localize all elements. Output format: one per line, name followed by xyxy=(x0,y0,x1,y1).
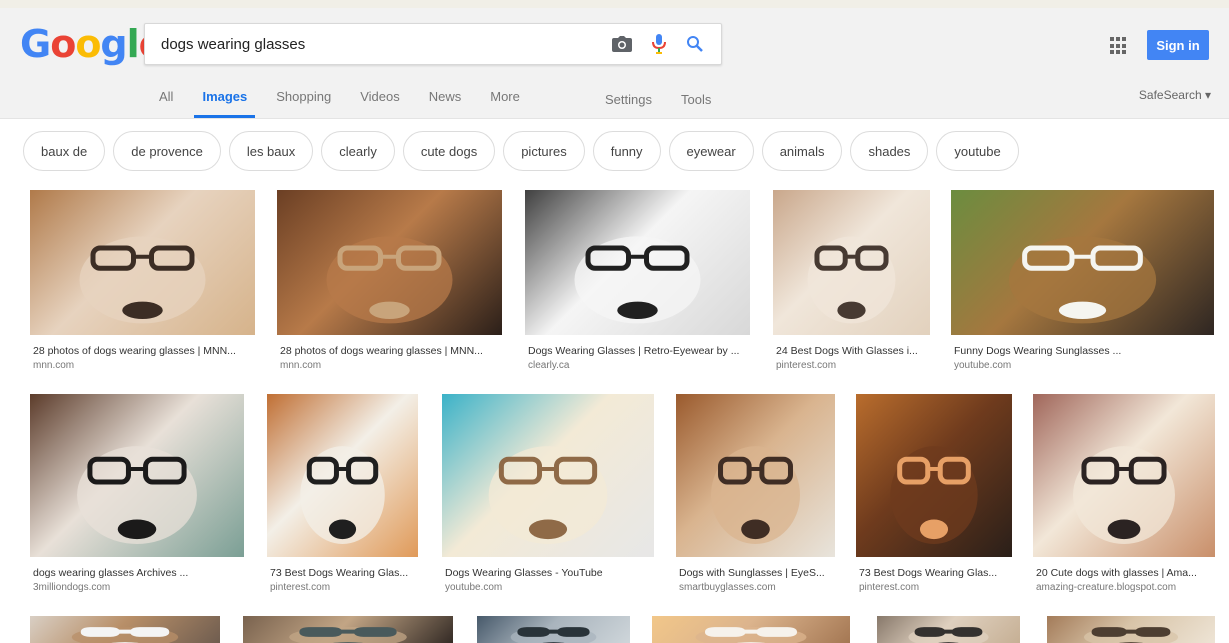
result-domain: pinterest.com xyxy=(859,582,920,593)
result-image[interactable] xyxy=(773,190,930,335)
google-logo[interactable]: Google xyxy=(20,22,164,66)
result-image[interactable] xyxy=(267,394,418,557)
chip-cute-dogs[interactable]: cute dogs xyxy=(402,131,496,171)
result-image[interactable] xyxy=(442,394,654,557)
chip-animals[interactable]: animals xyxy=(761,131,843,171)
camera-icon[interactable] xyxy=(611,34,633,54)
dog-glasses-thumbnail xyxy=(908,626,989,643)
result-caption[interactable]: dogs wearing glasses Archives ... xyxy=(33,567,241,579)
result-image[interactable] xyxy=(856,394,1012,557)
result-image[interactable] xyxy=(30,394,244,557)
search-box xyxy=(144,23,722,65)
dog-glasses-thumbnail xyxy=(1083,626,1179,643)
dog-glasses-thumbnail xyxy=(890,446,978,544)
dog-glasses-thumbnail xyxy=(326,236,453,324)
chip-clearly[interactable]: clearly xyxy=(321,131,395,171)
result-caption[interactable]: 20 Cute dogs with glasses | Ama... xyxy=(1036,567,1212,579)
result-caption[interactable]: Dogs with Sunglasses | EyeS... xyxy=(679,567,832,579)
result-domain: youtube.com xyxy=(445,582,503,593)
result-caption[interactable]: Dogs Wearing Glasses | Retro-Eyewear by … xyxy=(528,345,747,357)
result-image[interactable] xyxy=(951,190,1214,335)
search-input[interactable] xyxy=(159,32,593,56)
tab-shopping[interactable]: Shopping xyxy=(276,86,331,118)
result-image[interactable] xyxy=(1047,616,1215,643)
dog-glasses-thumbnail xyxy=(300,446,385,544)
tools-link[interactable]: Tools xyxy=(681,89,711,107)
result-image[interactable] xyxy=(243,616,453,643)
dog-glasses-thumbnail xyxy=(77,446,197,544)
logo-letter: l xyxy=(126,22,140,66)
dog-glasses-thumbnail xyxy=(289,626,407,643)
app-window: Google Sign in All Images Shopping Video… xyxy=(0,8,1229,643)
result-domain: smartbuyglasses.com xyxy=(679,582,776,593)
result-caption[interactable]: Dogs Wearing Glasses - YouTube xyxy=(445,567,651,579)
tab-all[interactable]: All xyxy=(159,86,173,118)
tab-news[interactable]: News xyxy=(429,86,462,118)
result-domain: 3milliondogs.com xyxy=(33,582,111,593)
result-domain: pinterest.com xyxy=(776,360,837,371)
logo-letter: o xyxy=(50,22,76,66)
chip-pictures[interactable]: pictures xyxy=(503,131,585,171)
tab-more[interactable]: More xyxy=(490,86,520,118)
header: Google Sign in All Images Shopping Video… xyxy=(0,8,1229,119)
result-image[interactable] xyxy=(30,616,220,643)
apps-grid-icon[interactable] xyxy=(1110,37,1128,55)
result-domain: mnn.com xyxy=(280,360,322,371)
microphone-icon[interactable] xyxy=(648,34,670,54)
search-icon[interactable] xyxy=(684,34,706,54)
tools-bar: Settings Tools xyxy=(605,89,740,107)
dog-glasses-thumbnail xyxy=(1073,446,1175,544)
result-caption[interactable]: 28 photos of dogs wearing glasses | MNN.… xyxy=(280,345,499,357)
chip-de-provence[interactable]: de provence xyxy=(113,131,221,171)
dog-glasses-thumbnail xyxy=(71,626,179,643)
result-domain: amazing-creature.blogspot.com xyxy=(1036,582,1177,593)
result-caption[interactable]: Funny Dogs Wearing Sunglasses ... xyxy=(954,345,1211,357)
safesearch-dropdown[interactable]: SafeSearch ▾ xyxy=(1139,88,1211,102)
sign-in-button[interactable]: Sign in xyxy=(1147,30,1209,60)
result-image[interactable] xyxy=(30,190,255,335)
chip-shades[interactable]: shades xyxy=(850,131,929,171)
result-caption[interactable]: 73 Best Dogs Wearing Glas... xyxy=(859,567,1009,579)
result-domain: pinterest.com xyxy=(270,582,331,593)
search-tabs: All Images Shopping Videos News More xyxy=(159,86,549,118)
chip-les-baux[interactable]: les baux xyxy=(228,131,314,171)
result-image[interactable] xyxy=(1033,394,1215,557)
chip-youtube[interactable]: youtube xyxy=(936,131,1019,171)
result-domain: mnn.com xyxy=(33,360,75,371)
dog-glasses-thumbnail xyxy=(695,626,807,643)
dog-glasses-thumbnail xyxy=(79,236,206,324)
logo-letter: o xyxy=(75,22,101,66)
tab-videos[interactable]: Videos xyxy=(360,86,400,118)
result-image[interactable] xyxy=(877,616,1020,643)
result-image[interactable] xyxy=(652,616,850,643)
result-domain: clearly.ca xyxy=(528,360,570,371)
suggestion-chips: baux de de provence les baux clearly cut… xyxy=(23,131,1027,171)
result-domain: youtube.com xyxy=(954,360,1012,371)
dog-glasses-thumbnail xyxy=(574,236,701,324)
result-caption[interactable]: 24 Best Dogs With Glasses i... xyxy=(776,345,927,357)
chip-baux-de[interactable]: baux de xyxy=(23,131,106,171)
chip-funny[interactable]: funny xyxy=(592,131,661,171)
dog-glasses-thumbnail xyxy=(807,236,896,324)
result-caption[interactable]: 28 photos of dogs wearing glasses | MNN.… xyxy=(33,345,252,357)
chip-eyewear[interactable]: eyewear xyxy=(668,131,754,171)
settings-link[interactable]: Settings xyxy=(605,89,652,107)
result-image[interactable] xyxy=(525,190,750,335)
dog-glasses-thumbnail xyxy=(1008,236,1157,324)
dog-glasses-thumbnail xyxy=(488,446,608,544)
result-caption[interactable]: 73 Best Dogs Wearing Glas... xyxy=(270,567,415,579)
result-image[interactable] xyxy=(676,394,835,557)
dog-glasses-thumbnail xyxy=(710,446,801,544)
dog-glasses-thumbnail xyxy=(510,626,597,643)
logo-letter: g xyxy=(100,22,127,66)
result-image[interactable] xyxy=(477,616,630,643)
tab-images[interactable]: Images xyxy=(194,86,256,118)
logo-letter: G xyxy=(20,22,51,66)
result-image[interactable] xyxy=(277,190,502,335)
